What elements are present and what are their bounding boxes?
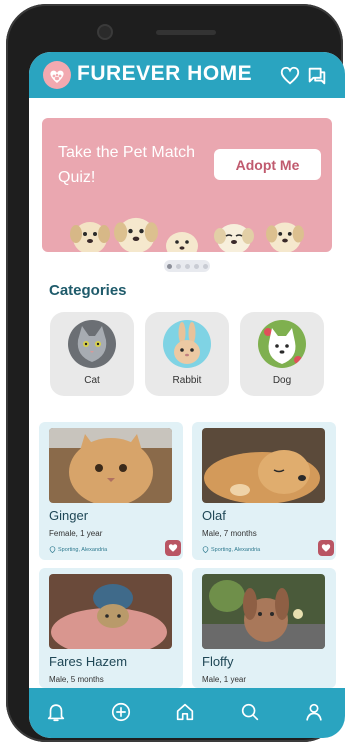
phone-frame: FUREVER HOME Take the Pet Match Quiz! Ad… bbox=[6, 4, 345, 742]
pet-photo bbox=[49, 574, 172, 649]
pet-info: Male, 5 months bbox=[49, 675, 104, 684]
puppy-image bbox=[164, 228, 200, 252]
heart-icon bbox=[321, 544, 331, 552]
front-camera bbox=[99, 26, 111, 38]
app-screen: FUREVER HOME Take the Pet Match Quiz! Ad… bbox=[29, 52, 345, 738]
pet-name: Olaf bbox=[202, 508, 226, 523]
pet-location: Sporting, Alexandria bbox=[49, 546, 107, 553]
paw-logo-icon bbox=[43, 61, 71, 89]
puppy-image bbox=[266, 212, 304, 252]
add-icon[interactable] bbox=[110, 701, 132, 723]
carousel-dot[interactable] bbox=[166, 263, 172, 269]
favorite-button[interactable] bbox=[165, 540, 181, 556]
profile-icon[interactable] bbox=[303, 701, 325, 723]
rabbit-photo bbox=[163, 320, 211, 368]
pet-card-ginger[interactable]: Ginger Female, 1 year Sporting, Alexandr… bbox=[39, 422, 183, 560]
heart-icon bbox=[168, 544, 178, 552]
app-title: FUREVER HOME bbox=[77, 62, 253, 85]
location-pin-icon bbox=[202, 546, 209, 553]
location-text: Sporting, Alexandria bbox=[58, 546, 108, 553]
pet-card-fares-hazem[interactable]: Fares Hazem Male, 5 months bbox=[39, 568, 183, 688]
bell-icon[interactable] bbox=[45, 701, 67, 723]
carousel-dot[interactable] bbox=[175, 263, 181, 269]
category-label: Cat bbox=[84, 375, 100, 386]
category-label: Dog bbox=[272, 375, 292, 386]
pet-name: Floffy bbox=[202, 654, 234, 669]
carousel-indicator[interactable] bbox=[164, 260, 210, 272]
pet-info: Female, 1 year bbox=[49, 529, 103, 538]
pet-name: Ginger bbox=[49, 508, 89, 523]
puppy-image bbox=[70, 212, 110, 252]
carousel-dot[interactable] bbox=[193, 263, 199, 269]
pet-photo bbox=[202, 574, 325, 649]
category-cat[interactable]: Cat bbox=[50, 312, 134, 396]
pet-info: Male, 7 months bbox=[202, 529, 257, 538]
heart-icon[interactable] bbox=[279, 65, 301, 87]
pet-location: Sporting, Alexandria bbox=[202, 546, 260, 553]
location-pin-icon bbox=[49, 546, 56, 553]
location-text: Sporting, Alexandria bbox=[211, 546, 261, 553]
favorite-button[interactable] bbox=[318, 540, 334, 556]
bottom-nav bbox=[29, 688, 345, 738]
search-icon[interactable] bbox=[239, 701, 261, 723]
category-dog[interactable]: Dog bbox=[240, 312, 324, 396]
adopt-me-button[interactable]: Adopt Me bbox=[214, 149, 321, 180]
pet-photo bbox=[49, 428, 172, 503]
puppy-image bbox=[114, 208, 158, 252]
dog-photo bbox=[258, 320, 306, 368]
category-label: Rabbit bbox=[172, 375, 202, 386]
pet-card-floffy[interactable]: Floffy Male, 1 year bbox=[192, 568, 336, 688]
pet-info: Male, 1 year bbox=[202, 675, 247, 684]
chat-icon[interactable] bbox=[306, 65, 328, 87]
banner-text: Take the Pet Match Quiz! bbox=[58, 144, 195, 186]
speaker-grille bbox=[156, 30, 216, 35]
carousel-dot[interactable] bbox=[202, 263, 208, 269]
categories-title: Categories bbox=[49, 282, 127, 299]
pet-card-olaf[interactable]: Olaf Male, 7 months Sporting, Alexandria bbox=[192, 422, 336, 560]
category-rabbit[interactable]: Rabbit bbox=[145, 312, 229, 396]
cat-photo bbox=[68, 320, 116, 368]
puppy-image bbox=[214, 212, 254, 252]
app-header: FUREVER HOME bbox=[29, 52, 345, 98]
pet-photo bbox=[202, 428, 325, 503]
quiz-banner[interactable]: Take the Pet Match Quiz! Adopt Me bbox=[42, 118, 332, 252]
home-icon[interactable] bbox=[174, 701, 196, 723]
pet-name: Fares Hazem bbox=[49, 654, 128, 669]
carousel-dot[interactable] bbox=[184, 263, 190, 269]
